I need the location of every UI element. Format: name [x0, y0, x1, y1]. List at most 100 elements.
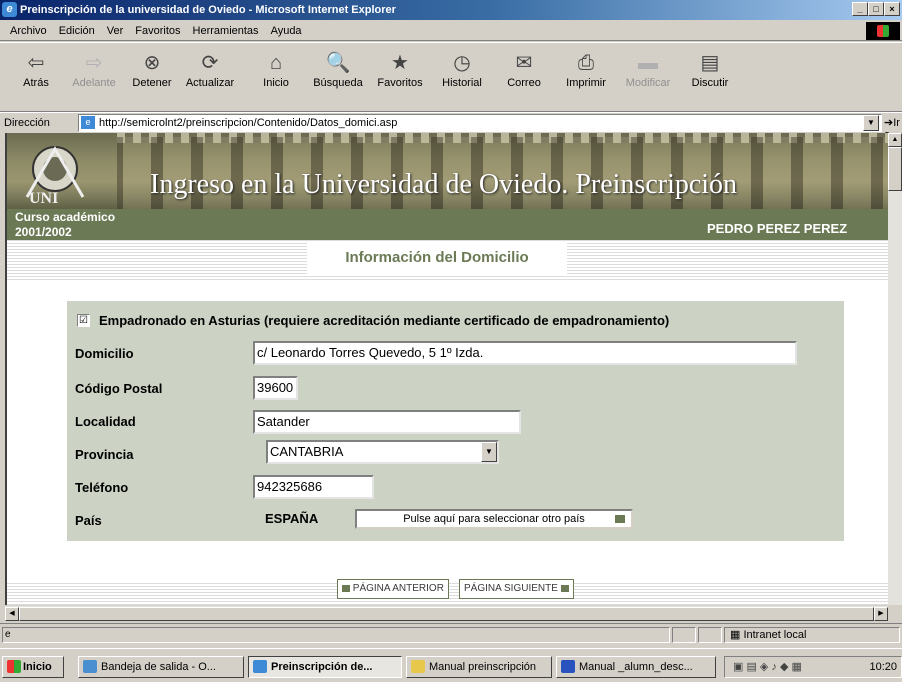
windows-logo-icon [866, 22, 900, 40]
toolbar-label: Modificar [625, 77, 671, 89]
toolbar: ⇦ Atrás ⇨ Adelante ⊗ Detener ⟳ Actualizar ⌂ Inici… [0, 42, 902, 112]
page-icon: e [81, 116, 95, 129]
task-outbox[interactable]: Bandeja de salida - O... [78, 656, 244, 678]
word-icon [561, 660, 575, 673]
task-manual-folder[interactable]: Manual preinscripción [406, 656, 552, 678]
horizontal-scrollbar[interactable]: ◀ ▶ [5, 605, 888, 621]
toolbar-history-button[interactable]: ◷ Historial [436, 49, 488, 101]
menu-edicion[interactable]: Edición [59, 25, 95, 37]
forward-arrow-icon: ⇨ [85, 52, 103, 74]
minimize-button[interactable]: _ [852, 2, 868, 16]
scroll-right-icon[interactable]: ▶ [874, 607, 888, 621]
course-label: Curso académico [15, 210, 116, 224]
search-icon: 🔍 [325, 52, 351, 74]
toolbar-stop-button[interactable]: ⊗ Detener [126, 49, 178, 101]
menu-ver[interactable]: Ver [107, 25, 124, 37]
scroll-thumb[interactable] [888, 147, 902, 191]
banner: UNI Ingreso en la Universidad de Oviedo.… [7, 133, 892, 240]
address-label: Dirección [4, 116, 50, 129]
telefono-input[interactable]: 942325686 [253, 475, 374, 499]
scroll-up-icon[interactable]: ▲ [888, 133, 902, 147]
toolbar-label: Actualizar [185, 77, 235, 89]
ie-task-icon [253, 660, 267, 673]
toolbar-favorites-button[interactable]: ★ Favoritos [374, 49, 426, 101]
vertical-scrollbar[interactable]: ▲ [888, 133, 902, 605]
course-info: Curso académico 2001/2002 [15, 210, 115, 240]
section-title: Información del Domicilio [307, 241, 567, 275]
menu-herramientas[interactable]: Herramientas [193, 25, 259, 37]
next-page-button[interactable]: PÁGINA SIGUIENTE [459, 579, 574, 599]
toolbar-discuss-button[interactable]: ▤ Discutir [684, 49, 736, 101]
toolbar-label: Correo [507, 77, 541, 89]
status-main: e [2, 627, 670, 643]
mail-icon: ✉ [515, 52, 533, 74]
zone-label: ▦ Intranet local [730, 629, 807, 641]
folder-icon [411, 660, 425, 673]
toolbar-label: Favoritos [377, 77, 423, 89]
domicilio-label: Domicilio [75, 346, 134, 361]
toolbar-label: Detener [132, 77, 172, 89]
menu-archivo[interactable]: Archivo [10, 25, 47, 37]
user-name: PEDRO PEREZ PEREZ [707, 221, 848, 236]
menu-favoritos[interactable]: Favoritos [135, 25, 180, 37]
favorites-icon: ★ [391, 52, 409, 74]
system-tray: ▣ ▤ ◈ ♪ ◆ ▦ 10:20 [724, 656, 902, 678]
task-ie-preinscripcion[interactable]: Preinscripción de... [248, 656, 402, 678]
window-controls: _ □ × [852, 2, 900, 16]
print-icon: ⎙ [578, 52, 594, 74]
address-url: http://semicrolnt2/preinscripcion/Conten… [99, 117, 398, 129]
telefono-label: Teléfono [75, 480, 129, 495]
toolbar-label: Imprimir [566, 77, 606, 89]
toolbar-label: Atrás [23, 77, 49, 89]
toolbar-label: Discutir [691, 77, 729, 89]
localidad-input[interactable]: Satander [253, 410, 521, 434]
toolbar-mail-button[interactable]: ✉ Correo [498, 49, 550, 101]
provincia-select[interactable]: CANTABRIA ▼ [266, 440, 499, 464]
window-title: Preinscripción de la universidad de Ovie… [20, 4, 396, 16]
edit-icon: ▬ [638, 52, 658, 74]
toolbar-print-button[interactable]: ⎙ Imprimir [560, 49, 612, 101]
start-button[interactable]: Inicio [2, 656, 64, 678]
history-icon: ◷ [453, 52, 471, 74]
address-dropdown-button[interactable]: ▼ [863, 115, 879, 131]
domicilio-input[interactable]: c/ Leonardo Torres Quevedo, 5 1º Izda. [253, 341, 797, 365]
menu-bar: Archivo Edición Ver Favoritos Herramient… [0, 21, 902, 41]
clock: 10:20 [869, 661, 897, 673]
codigo-postal-input[interactable]: 39600 [253, 376, 298, 400]
prev-marker-icon [342, 584, 350, 592]
empadronado-label: Empadronado en Asturias (requiere acredi… [99, 313, 670, 328]
select-country-button[interactable]: Pulse aquí para seleccionar otro país [355, 509, 633, 529]
back-arrow-icon: ⇦ [27, 52, 45, 74]
toolbar-back-arrow-button[interactable]: ⇦ Atrás [10, 49, 62, 101]
address-input[interactable]: e http://semicrolnt2/preinscripcion/Cont… [78, 114, 882, 132]
pais-label: País [75, 513, 102, 528]
empadronado-checkbox[interactable]: ☑ [77, 314, 90, 327]
chevron-down-icon[interactable]: ▼ [481, 442, 497, 462]
windows-flag-icon [7, 660, 21, 673]
scroll-left-icon[interactable]: ◀ [5, 607, 19, 621]
close-button[interactable]: × [884, 2, 900, 16]
toolbar-edit-button[interactable]: ▬ Modificar [622, 49, 674, 101]
ie-logo-icon: e [2, 2, 17, 17]
toolbar-label: Inicio [263, 77, 289, 89]
button-marker-icon [615, 515, 625, 523]
pais-value: ESPAÑA [265, 511, 319, 526]
menu-ayuda[interactable]: Ayuda [271, 25, 302, 37]
tray-icons[interactable]: ▣ ▤ ◈ ♪ ◆ ▦ [725, 661, 802, 673]
maximize-button[interactable]: □ [868, 2, 884, 16]
toolbar-label: Adelante [72, 77, 116, 89]
svg-text:UNI: UNI [29, 190, 58, 207]
home-icon: ⌂ [269, 52, 283, 74]
stop-icon: ⊗ [143, 52, 161, 74]
refresh-icon: ⟳ [201, 52, 219, 74]
hscroll-thumb[interactable] [19, 607, 874, 621]
toolbar-forward-arrow-button[interactable]: ⇨ Adelante [68, 49, 120, 101]
university-logo-icon: UNI [25, 146, 85, 207]
previous-page-button[interactable]: PÁGINA ANTERIOR [337, 579, 449, 599]
toolbar-search-button[interactable]: 🔍 Búsqueda [312, 49, 364, 101]
task-word-document[interactable]: Manual _alumn_desc... [556, 656, 716, 678]
toolbar-home-button[interactable]: ⌂ Inicio [250, 49, 302, 101]
page-status-icon: e [5, 629, 11, 640]
provincia-value: CANTABRIA [270, 444, 344, 459]
toolbar-refresh-button[interactable]: ⟳ Actualizar [184, 49, 236, 101]
